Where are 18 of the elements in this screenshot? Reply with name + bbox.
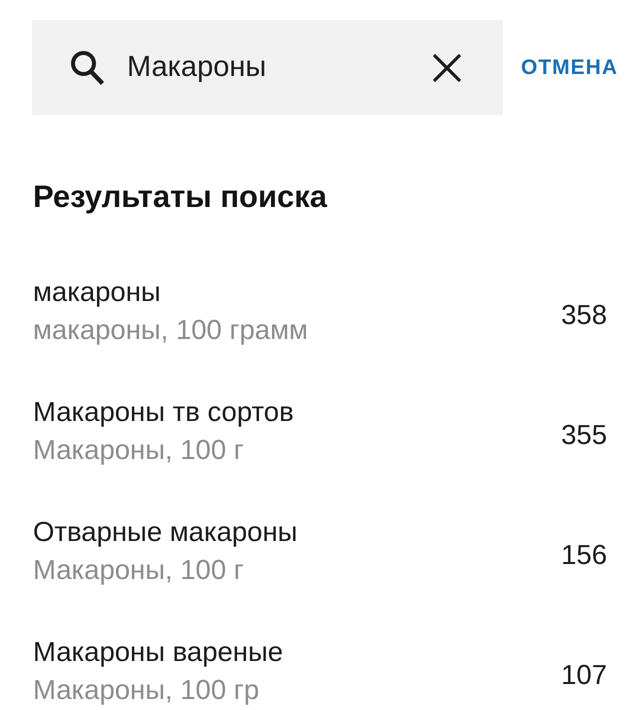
food-name[interactable]: Макароны тв сортов	[33, 396, 294, 428]
food-portion: Макароны, 100 г	[33, 554, 245, 586]
calorie-value: 107	[561, 659, 607, 691]
results-heading: Результаты поиска	[33, 178, 328, 216]
food-name[interactable]: Отварные макароны	[33, 516, 298, 548]
clear-button[interactable]	[431, 52, 463, 84]
calorie-value: 358	[561, 299, 607, 331]
calorie-value: 156	[561, 539, 607, 571]
food-portion: Макароны, 100 г	[33, 434, 245, 466]
close-icon	[432, 52, 462, 82]
search-icon	[70, 50, 105, 86]
cancel-button[interactable]: ОТМЕНА	[521, 56, 618, 80]
food-name[interactable]: макароны	[33, 276, 308, 308]
calorie-value: 355	[561, 419, 607, 451]
food-portion: Макароны, 100 гр	[33, 674, 260, 706]
food-portion: макароны, 100 грамм	[33, 314, 308, 346]
search-input[interactable]: Макароны	[127, 50, 431, 86]
food-name[interactable]: Макароны вареные	[33, 636, 284, 668]
